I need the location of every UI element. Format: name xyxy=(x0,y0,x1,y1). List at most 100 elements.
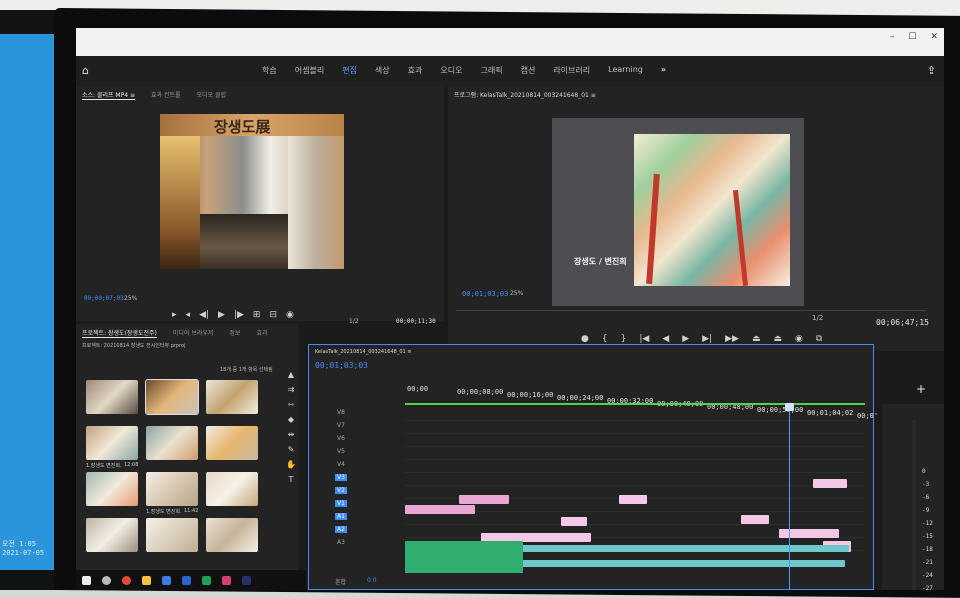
edge-icon[interactable] xyxy=(162,575,171,585)
workspace-tab[interactable]: 편집 xyxy=(342,65,357,76)
minimize-icon[interactable]: – xyxy=(890,28,895,46)
track-header[interactable]: A2 xyxy=(335,526,347,533)
word-icon[interactable] xyxy=(182,575,191,585)
start-icon[interactable] xyxy=(82,575,91,585)
step-forward-icon[interactable]: |▶ xyxy=(234,310,244,320)
video-clip[interactable] xyxy=(741,515,769,524)
audio-clip[interactable] xyxy=(405,541,523,573)
panel-tab[interactable]: 소스: 클리프 MP4 ≡ xyxy=(82,90,135,100)
camera-icon[interactable]: ◉ xyxy=(795,334,803,344)
video-clip[interactable] xyxy=(459,495,509,504)
play-icon[interactable]: ▶ xyxy=(682,334,689,344)
track-header[interactable]: V1 xyxy=(335,500,347,507)
type-tool-icon[interactable]: T xyxy=(289,475,294,484)
workspace-tab[interactable]: 오디오 xyxy=(440,65,462,76)
play-icon[interactable]: ▶ xyxy=(218,310,225,320)
search-icon[interactable] xyxy=(102,575,111,585)
project-thumbnail[interactable] xyxy=(86,472,138,506)
compare-icon[interactable]: ⧉ xyxy=(816,334,822,344)
add-button[interactable]: + xyxy=(916,382,926,396)
selection-tool-icon[interactable]: ▲ xyxy=(288,370,294,379)
project-thumbnail[interactable] xyxy=(86,426,138,460)
marker-icon[interactable]: ● xyxy=(581,334,589,344)
mark-in-icon[interactable]: ▸ xyxy=(172,310,177,320)
extract-icon[interactable]: ⏏ xyxy=(773,334,782,344)
workspace-tab[interactable]: 그래픽 xyxy=(480,65,502,76)
ripple-edit-icon[interactable]: ⇿ xyxy=(288,400,295,409)
video-clip[interactable] xyxy=(619,495,647,504)
video-clip[interactable] xyxy=(405,505,475,514)
workspace-tab[interactable]: 어셈블리 xyxy=(295,65,324,76)
mark-out-icon[interactable]: ◂ xyxy=(186,310,191,320)
track-header[interactable]: V4 xyxy=(335,461,347,468)
go-to-in-icon[interactable]: |◀ xyxy=(639,334,649,344)
track-header[interactable]: A3 xyxy=(335,539,347,546)
camera-icon[interactable]: ◉ xyxy=(286,310,294,320)
track-header[interactable]: V3 xyxy=(335,474,347,481)
track-header[interactable]: V8 xyxy=(335,409,347,416)
workspace-tab[interactable]: 학습 xyxy=(262,65,277,76)
playhead[interactable] xyxy=(789,411,790,590)
overwrite-icon[interactable]: ⊟ xyxy=(269,310,277,320)
project-thumbnail[interactable] xyxy=(146,518,198,552)
project-thumbnail[interactable] xyxy=(86,380,138,414)
project-thumbnail[interactable] xyxy=(145,379,199,415)
project-thumbnail[interactable] xyxy=(206,426,258,460)
mark-in-icon[interactable]: { xyxy=(602,334,608,344)
workspace-tab[interactable]: 캡션 xyxy=(521,65,536,76)
insert-icon[interactable]: ⊞ xyxy=(253,310,261,320)
mark-out-icon[interactable]: } xyxy=(621,334,627,344)
panel-tab[interactable]: 정보 xyxy=(229,328,240,338)
panel-tab[interactable]: 프로젝트: 장생도(장생도전주) xyxy=(82,328,157,338)
photo-icon[interactable] xyxy=(222,575,231,585)
hand-tool-icon[interactable]: ✋ xyxy=(286,460,296,469)
source-zoom[interactable]: 25% xyxy=(124,295,137,302)
excel-icon[interactable] xyxy=(202,575,211,585)
track-header[interactable]: V6 xyxy=(335,435,347,442)
track-header[interactable]: V5 xyxy=(335,448,347,455)
close-icon[interactable]: ✕ xyxy=(930,28,938,46)
project-thumbnail[interactable] xyxy=(146,426,198,460)
project-thumbnail[interactable] xyxy=(206,518,258,552)
go-to-out-icon[interactable]: ▶▶ xyxy=(725,334,739,344)
panel-tab[interactable]: 효과 컨트롤 xyxy=(151,90,181,100)
lift-icon[interactable]: ⏏ xyxy=(752,334,761,344)
more-workspaces-icon[interactable]: » xyxy=(661,65,666,76)
program-resolution[interactable]: 1/2 xyxy=(812,314,823,322)
project-thumbnail[interactable] xyxy=(86,518,138,552)
home-icon[interactable]: ⌂ xyxy=(82,64,89,77)
panel-tab[interactable]: 미디어 브라우저 xyxy=(173,328,214,338)
project-thumbnail[interactable] xyxy=(206,380,258,414)
premiere-icon[interactable] xyxy=(242,575,251,585)
playhead-handle[interactable] xyxy=(785,403,794,411)
pen-tool-icon[interactable]: ✎ xyxy=(288,445,295,454)
panel-tab[interactable]: 오디오 클립 xyxy=(197,90,227,100)
program-zoom[interactable]: 25% xyxy=(510,290,523,297)
work-area-bar[interactable] xyxy=(405,403,865,405)
workspace-tab[interactable]: 라이브러리 xyxy=(553,65,590,76)
video-clip[interactable] xyxy=(509,545,849,552)
sequence-tab[interactable]: KelasTalk_20210814_003241648_01 ≡ xyxy=(315,349,411,355)
step-back-icon[interactable]: ◀| xyxy=(199,310,209,320)
panel-tab[interactable]: 효과 xyxy=(256,328,267,338)
track-header[interactable]: A1 xyxy=(335,513,347,520)
mix-value[interactable]: 0.0 xyxy=(367,577,377,584)
video-clip[interactable] xyxy=(813,479,847,488)
razor-tool-icon[interactable]: ◆ xyxy=(288,415,294,424)
workspace-tab[interactable]: 색상 xyxy=(375,65,390,76)
chrome-icon[interactable] xyxy=(122,575,131,585)
workspace-tab[interactable]: Learning xyxy=(608,65,643,76)
maximize-icon[interactable]: ☐ xyxy=(908,28,916,46)
share-icon[interactable]: ⇪ xyxy=(927,64,936,77)
source-resolution[interactable]: 1/2 xyxy=(349,318,359,325)
program-scrubber[interactable] xyxy=(456,310,926,311)
workspace-tab[interactable]: 효과 xyxy=(408,65,423,76)
slip-tool-icon[interactable]: ⇹ xyxy=(288,430,295,439)
track-header[interactable]: V2 xyxy=(335,487,347,494)
video-clip[interactable] xyxy=(779,529,839,538)
project-thumbnail[interactable] xyxy=(146,472,198,506)
timeline-timecode[interactable]: 00;01;03;03 xyxy=(315,361,368,370)
track-header[interactable]: V7 xyxy=(335,422,347,429)
step-forward-icon[interactable]: ▶| xyxy=(702,334,712,344)
project-thumbnail[interactable] xyxy=(206,472,258,506)
